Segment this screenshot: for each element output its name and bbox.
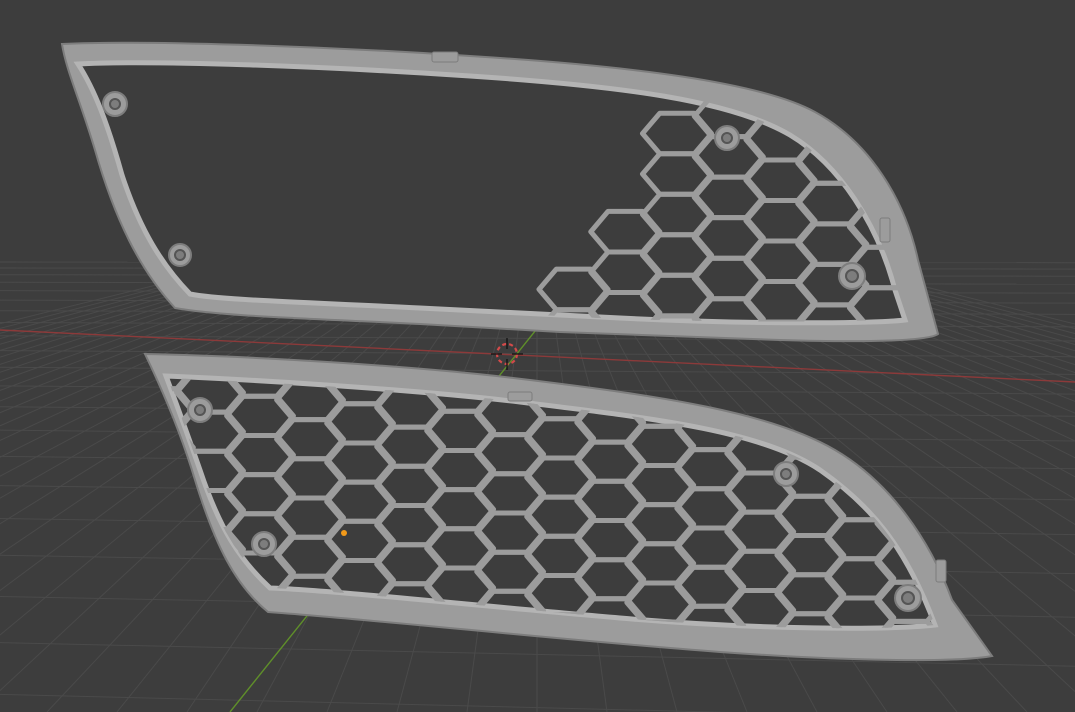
hex-cell <box>374 620 446 629</box>
hex-cell <box>174 605 246 629</box>
upper-grille-frame[interactable] <box>60 38 940 368</box>
hex-cell <box>168 503 196 548</box>
lower-mount-boss-4 <box>894 584 922 612</box>
upper-mount-boss-4 <box>838 262 866 290</box>
lower-mount-boss-3 <box>773 461 799 487</box>
hex-cell <box>727 669 794 708</box>
lower-mount-boss-2 <box>251 531 277 557</box>
hex-cell <box>743 59 818 82</box>
hex-cell <box>824 399 897 444</box>
upper-mount-boss-1 <box>102 91 128 117</box>
upper-mount-boss-2 <box>168 243 192 267</box>
upper-clip-tab <box>431 51 459 63</box>
hex-cell <box>774 378 847 421</box>
lower-clip-tab <box>507 391 533 402</box>
object-origin-icon[interactable] <box>341 530 347 536</box>
hex-cell <box>327 639 394 678</box>
hex-cell <box>168 582 196 627</box>
lower-side-tab <box>935 559 947 583</box>
hex-cell <box>795 59 870 105</box>
hex-cell <box>877 661 944 700</box>
hex-cell <box>627 661 694 700</box>
lower-mount-boss-1 <box>187 397 213 423</box>
hex-cell <box>824 378 897 405</box>
hex-cell <box>168 543 196 588</box>
hex-cell <box>847 59 905 88</box>
3d-viewport[interactable]: .rim{fill:#9c9c9c;stroke:#7d7d7d;stroke-… <box>0 0 1075 712</box>
hex-cell <box>174 566 246 611</box>
viewport-scene[interactable]: .rim{fill:#9c9c9c;stroke:#7d7d7d;stroke-… <box>0 0 1075 712</box>
upper-mount-boss-3 <box>714 125 740 151</box>
hex-cell <box>847 82 905 129</box>
hex-cell <box>168 464 196 509</box>
hex-cell <box>327 325 394 364</box>
upper-side-tab <box>879 217 891 243</box>
